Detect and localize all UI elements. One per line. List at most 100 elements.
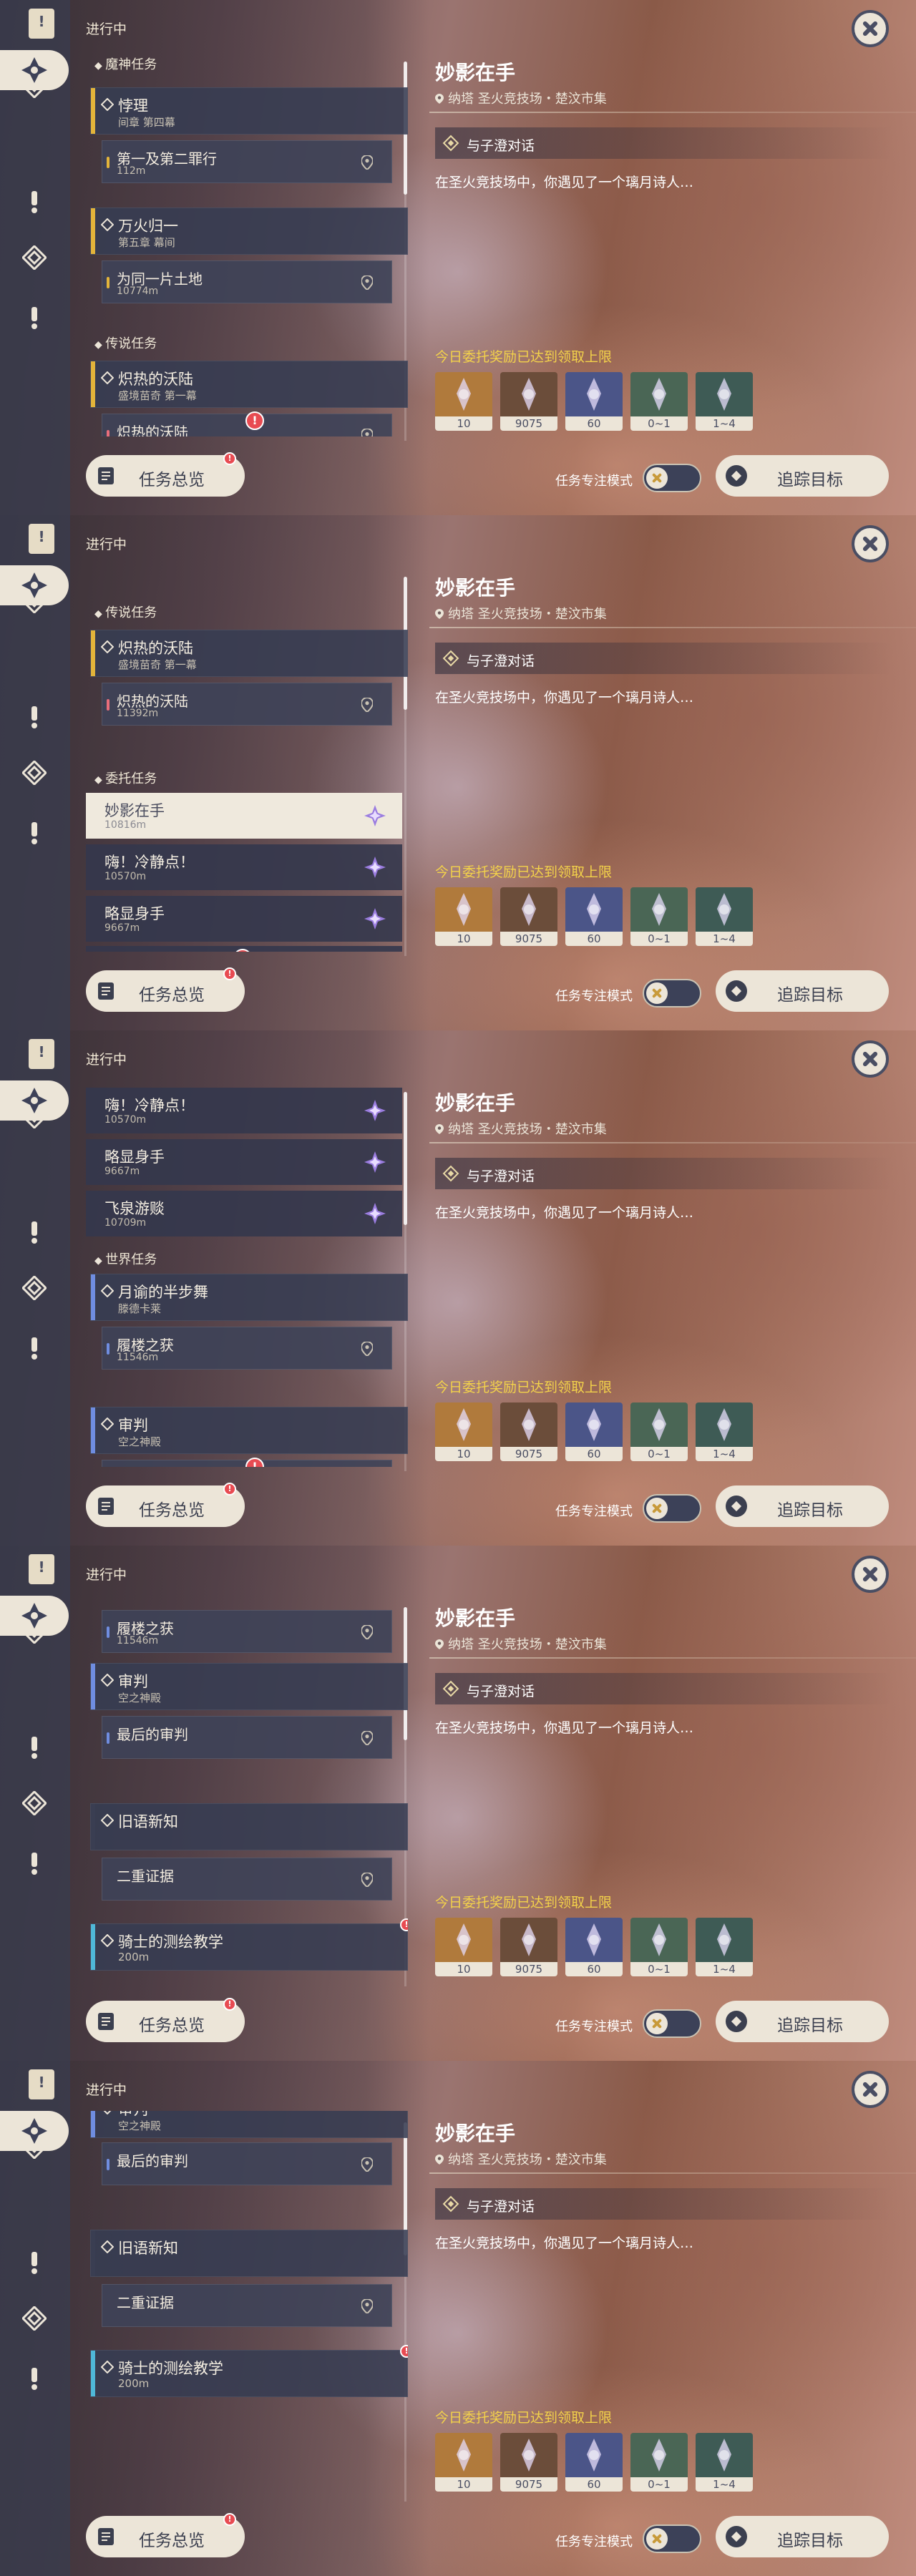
- reward-item[interactable]: 10: [435, 1402, 492, 1461]
- map-pin-icon[interactable]: [360, 154, 374, 171]
- quest-overview-button[interactable]: 任务总览 !: [86, 1483, 245, 1527]
- commission-row[interactable]: 嗨！冷静点！ 10570m: [86, 1088, 402, 1133]
- rail-all-tab[interactable]: [0, 50, 69, 90]
- reward-item[interactable]: 0~1: [630, 1918, 688, 1976]
- quest-card[interactable]: 万火归一 第五章 幕间: [90, 208, 408, 255]
- focus-mode-toggle[interactable]: [643, 2524, 701, 2553]
- subquest-row[interactable]: 最后的审判: [102, 2142, 392, 2185]
- focus-mode-toggle[interactable]: [643, 2009, 701, 2038]
- map-pin-icon[interactable]: [360, 1340, 374, 1357]
- reward-item[interactable]: 10: [435, 1918, 492, 1976]
- rail-commission-tab[interactable]: [16, 1785, 53, 1822]
- quest-card[interactable]: 审判空之神殿: [90, 2111, 408, 2138]
- commission-row[interactable]: 飞泉游赕!: [86, 946, 402, 952]
- track-target-button[interactable]: 追踪目标: [716, 2516, 889, 2557]
- quest-card[interactable]: 悖理 间章 第四幕: [90, 87, 408, 135]
- commission-row[interactable]: 妙影在手 10816m: [86, 793, 402, 839]
- reward-item[interactable]: 60: [565, 2433, 623, 2492]
- reward-item[interactable]: 60: [565, 887, 623, 946]
- rail-all-tab[interactable]: [0, 1080, 69, 1121]
- quest-card[interactable]: 骑士的测绘教学200m!: [90, 2345, 408, 2397]
- reward-item[interactable]: 1~4: [696, 2433, 753, 2492]
- rail-story-tab[interactable]: [16, 183, 53, 220]
- map-pin-icon[interactable]: [360, 274, 374, 291]
- quest-overview-button[interactable]: 任务总览 !: [86, 452, 245, 497]
- map-pin-icon[interactable]: [360, 696, 374, 713]
- quest-card[interactable]: 旧语新知: [90, 1803, 408, 1850]
- rail-story-tab[interactable]: [16, 2244, 53, 2281]
- rail-world-tab[interactable]: [16, 814, 53, 852]
- rail-all-tab[interactable]: [0, 1596, 69, 1636]
- rail-all-tab[interactable]: [0, 565, 69, 605]
- reward-item[interactable]: 0~1: [630, 2433, 688, 2492]
- subquest-row[interactable]: 最后的审判!: [102, 1458, 392, 1467]
- reward-item[interactable]: 60: [565, 372, 623, 431]
- commission-row[interactable]: 略显身手 9667m: [86, 1139, 402, 1185]
- close-button[interactable]: [852, 2071, 889, 2108]
- commission-row[interactable]: 嗨！冷静点！ 10570m: [86, 844, 402, 890]
- close-button[interactable]: [852, 10, 889, 47]
- reward-item[interactable]: 1~4: [696, 887, 753, 946]
- map-pin-icon[interactable]: [360, 1871, 374, 1888]
- subquest-row[interactable]: 为同一片土地 10774m: [102, 260, 392, 303]
- quest-card[interactable]: 审判空之神殿: [90, 1663, 408, 1710]
- rail-commission-tab[interactable]: [16, 754, 53, 791]
- reward-item[interactable]: 0~1: [630, 372, 688, 431]
- reward-item[interactable]: 60: [565, 1402, 623, 1461]
- reward-item[interactable]: 10: [435, 2433, 492, 2492]
- quest-overview-button[interactable]: 任务总览 !: [86, 967, 245, 1012]
- close-button[interactable]: [852, 1040, 889, 1078]
- quest-card[interactable]: 月谕的半步舞 滕德卡莱: [90, 1274, 408, 1321]
- reward-item[interactable]: 9075: [500, 1918, 557, 1976]
- quest-overview-button[interactable]: 任务总览 !: [86, 2513, 245, 2557]
- rail-world-tab[interactable]: [16, 299, 53, 336]
- track-target-button[interactable]: 追踪目标: [716, 2001, 889, 2042]
- rail-commission-tab[interactable]: [16, 239, 53, 276]
- focus-mode-toggle[interactable]: [643, 464, 701, 492]
- commission-row[interactable]: 略显身手 9667m: [86, 896, 402, 942]
- rail-all-tab[interactable]: [0, 2111, 69, 2151]
- quest-card[interactable]: 审判空之神殿: [90, 1407, 408, 1454]
- subquest-row[interactable]: 履楼之获 11546m: [102, 1610, 392, 1653]
- focus-mode-toggle[interactable]: [643, 1494, 701, 1523]
- reward-item[interactable]: 1~4: [696, 372, 753, 431]
- rail-world-tab[interactable]: [16, 1845, 53, 1882]
- quest-card[interactable]: 炽热的沃陆 盛境苗奇 第一幕: [90, 630, 408, 677]
- map-pin-icon[interactable]: [360, 1729, 374, 1747]
- reward-item[interactable]: 9075: [500, 887, 557, 946]
- rail-world-tab[interactable]: [16, 2360, 53, 2397]
- subquest-row[interactable]: 最后的审判: [102, 1716, 392, 1759]
- map-pin-icon[interactable]: [360, 1624, 374, 1641]
- rail-story-tab[interactable]: [16, 698, 53, 736]
- subquest-row[interactable]: 炽热的沃陆 11392m: [102, 683, 392, 726]
- quest-card[interactable]: 炽热的沃陆 盛境苗奇 第一幕: [90, 361, 408, 408]
- rail-story-tab[interactable]: [16, 1214, 53, 1251]
- subquest-row[interactable]: 炽热的沃陆!: [102, 411, 392, 436]
- reward-item[interactable]: 1~4: [696, 1918, 753, 1976]
- rail-commission-tab[interactable]: [16, 1269, 53, 1307]
- reward-item[interactable]: 9075: [500, 372, 557, 431]
- focus-mode-toggle[interactable]: [643, 979, 701, 1008]
- subquest-row[interactable]: 二重证据: [102, 2284, 392, 2327]
- subquest-row[interactable]: 二重证据: [102, 1858, 392, 1901]
- track-target-button[interactable]: 追踪目标: [716, 970, 889, 1012]
- subquest-row[interactable]: 第一及第二罪行 112m: [102, 140, 392, 183]
- quest-overview-button[interactable]: 任务总览 !: [86, 1998, 245, 2042]
- reward-item[interactable]: 0~1: [630, 1402, 688, 1461]
- reward-item[interactable]: 9075: [500, 2433, 557, 2492]
- close-button[interactable]: [852, 525, 889, 562]
- reward-item[interactable]: 9075: [500, 1402, 557, 1461]
- rail-story-tab[interactable]: [16, 1729, 53, 1766]
- track-target-button[interactable]: 追踪目标: [716, 455, 889, 497]
- quest-card[interactable]: 旧语新知: [90, 2230, 408, 2277]
- reward-item[interactable]: 0~1: [630, 887, 688, 946]
- map-pin-icon[interactable]: [360, 2156, 374, 2173]
- close-button[interactable]: [852, 1556, 889, 1593]
- reward-item[interactable]: 10: [435, 372, 492, 431]
- map-pin-icon[interactable]: [360, 427, 374, 436]
- rail-world-tab[interactable]: [16, 1330, 53, 1367]
- quest-card[interactable]: 骑士的测绘教学200m!: [90, 1918, 408, 1971]
- track-target-button[interactable]: 追踪目标: [716, 1485, 889, 1527]
- reward-item[interactable]: 1~4: [696, 1402, 753, 1461]
- map-pin-icon[interactable]: [360, 2298, 374, 2315]
